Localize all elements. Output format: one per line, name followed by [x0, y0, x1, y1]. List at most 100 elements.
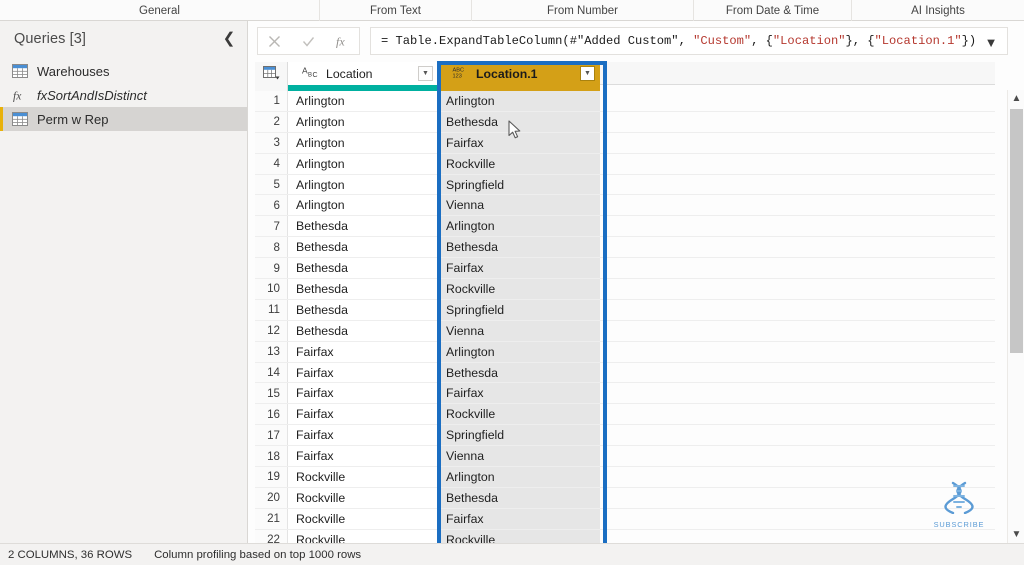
table-cell-location-1[interactable]: Rockville	[438, 404, 600, 425]
vertical-scrollbar[interactable]: ▲ ▼	[1007, 90, 1024, 543]
chevron-down-icon[interactable]: ▼	[1008, 526, 1024, 543]
table-cell-location-1[interactable]: Springfield	[438, 299, 600, 320]
row-number: 7	[255, 216, 288, 237]
table-row[interactable]: 17 Fairfax Springfield	[255, 425, 995, 447]
table-cell-location-1[interactable]: Bethesda	[438, 362, 600, 383]
status-row-count: 2 COLUMNS, 36 ROWS	[8, 548, 133, 561]
table-cell-location[interactable]: Bethesda	[288, 237, 438, 258]
table-cell-location-1[interactable]: Vienna	[438, 446, 600, 467]
table-row[interactable]: 1 Arlington Arlington	[255, 91, 995, 112]
row-number: 20	[255, 487, 288, 508]
table-row[interactable]: 16 Fairfax Rockville	[255, 404, 995, 426]
table-cell-location-1[interactable]: Vienna	[438, 320, 600, 341]
table-row[interactable]: 15 Fairfax Fairfax	[255, 383, 995, 405]
table-cell-location-1[interactable]: Arlington	[438, 467, 600, 487]
ribbon-group-general[interactable]: General	[0, 0, 320, 21]
svg-text:B: B	[308, 73, 312, 79]
chevron-down-icon[interactable]: ▼	[580, 66, 595, 81]
ribbon-group-label: From Date & Time	[725, 4, 820, 17]
column-header-location-1[interactable]: ABC 123 Location.1 ▼	[438, 62, 600, 85]
table-cell-location[interactable]: Rockville	[288, 529, 438, 543]
table-cell-location[interactable]: Arlington	[288, 132, 438, 153]
table-cell-location-1[interactable]: Arlington	[438, 341, 600, 362]
table-cell-location[interactable]: Bethesda	[288, 279, 438, 299]
table-cell-location-1[interactable]: Bethesda	[438, 237, 600, 258]
table-cell-location[interactable]: Fairfax	[288, 404, 438, 425]
sidebar-item-label: Warehouses	[37, 63, 110, 79]
table-row[interactable]: 20 Rockville Bethesda	[255, 487, 995, 509]
table-row[interactable]: 13 Fairfax Arlington	[255, 341, 995, 363]
table-row[interactable]: 11 Bethesda Springfield	[255, 299, 995, 321]
table-cell-location-1[interactable]: Rockville	[438, 279, 600, 299]
table-cell-location-1[interactable]: Springfield	[438, 425, 600, 446]
table-cell-location-1[interactable]: Arlington	[438, 91, 600, 111]
table-row[interactable]: 22 Rockville Rockville	[255, 529, 995, 543]
table-row[interactable]: 2 Arlington Bethesda	[255, 111, 995, 133]
table-cell-location[interactable]: Rockville	[288, 467, 438, 487]
table-row[interactable]: 9 Bethesda Fairfax	[255, 258, 995, 280]
row-number: 1	[255, 91, 288, 111]
table-row[interactable]: 4 Arlington Rockville	[255, 153, 995, 175]
table-row[interactable]: 19 Rockville Arlington	[255, 467, 995, 488]
table-cell-location-1[interactable]: Fairfax	[438, 383, 600, 404]
chevron-down-icon[interactable]: ▼	[983, 34, 999, 50]
table-cell-location[interactable]: Arlington	[288, 195, 438, 216]
table-cell-location-1[interactable]: Springfield	[438, 174, 600, 195]
sidebar-item-fxsortandisdistinct[interactable]: fx fxSortAndIsDistinct	[0, 83, 247, 107]
ribbon-group-from-text[interactable]: From Text	[320, 0, 472, 21]
sidebar-item-warehouses[interactable]: Warehouses	[0, 59, 247, 83]
chevron-left-icon[interactable]: ❮	[220, 29, 238, 47]
table-cell-location[interactable]: Fairfax	[288, 341, 438, 362]
table-row[interactable]: 7 Bethesda Arlington	[255, 216, 995, 238]
ribbon-groups-strip: General From Text From Number From Date …	[0, 0, 1024, 21]
table-cell-location-1[interactable]: Arlington	[438, 216, 600, 237]
table-cell-location[interactable]: Bethesda	[288, 216, 438, 237]
chevron-up-icon[interactable]: ▲	[1008, 90, 1024, 107]
table-cell-location-1[interactable]: Rockville	[438, 529, 600, 543]
table-cell-location-1[interactable]: Fairfax	[438, 508, 600, 529]
ribbon-group-ai-insights[interactable]: AI Insights	[852, 0, 1024, 21]
table-row[interactable]: 8 Bethesda Bethesda	[255, 237, 995, 259]
table-row[interactable]: 3 Arlington Fairfax	[255, 132, 995, 154]
table-cell-location[interactable]: Bethesda	[288, 258, 438, 279]
sidebar-item-perm-w-rep[interactable]: Perm w Rep	[0, 107, 247, 131]
table-row[interactable]: 21 Rockville Fairfax	[255, 508, 995, 530]
subscribe-watermark: SUBSCRIBE	[928, 480, 990, 529]
table-cell-location[interactable]: Fairfax	[288, 446, 438, 467]
chevron-down-icon[interactable]: ▼	[418, 66, 433, 81]
row-number: 6	[255, 195, 288, 216]
table-cell-location[interactable]: Fairfax	[288, 383, 438, 404]
table-cell-location[interactable]: Arlington	[288, 153, 438, 174]
table-row[interactable]: 6 Arlington Vienna	[255, 195, 995, 217]
subscribe-label: SUBSCRIBE	[933, 520, 985, 529]
scrollbar-thumb[interactable]	[1010, 109, 1023, 353]
table-cell-location[interactable]: Fairfax	[288, 362, 438, 383]
table-cell-location[interactable]: Rockville	[288, 487, 438, 508]
table-row[interactable]: 10 Bethesda Rockville	[255, 279, 995, 300]
formula-input[interactable]: = Table.ExpandTableColumn(#"Added Custom…	[370, 27, 1008, 55]
ribbon-group-from-number[interactable]: From Number	[472, 0, 694, 21]
table-row[interactable]: 18 Fairfax Vienna	[255, 446, 995, 468]
table-cell-location[interactable]: Fairfax	[288, 425, 438, 446]
table-cell-location-1[interactable]: Bethesda	[438, 487, 600, 508]
table-row[interactable]: 12 Bethesda Vienna	[255, 320, 995, 342]
table-select-icon[interactable]	[255, 62, 288, 85]
ribbon-group-from-date-time[interactable]: From Date & Time	[694, 0, 852, 21]
table-cell-location-1[interactable]: Fairfax	[438, 258, 600, 279]
table-cell-location[interactable]: Bethesda	[288, 320, 438, 341]
table-cell-location-1[interactable]: Vienna	[438, 195, 600, 216]
table-cell-location[interactable]: Arlington	[288, 174, 438, 195]
fx-icon: fx	[12, 88, 28, 103]
close-icon[interactable]	[258, 28, 292, 54]
table-cell-location[interactable]: Arlington	[288, 91, 438, 111]
table-cell-location-1[interactable]: Rockville	[438, 153, 600, 174]
check-icon[interactable]	[292, 28, 326, 54]
table-cell-location[interactable]: Arlington	[288, 111, 438, 132]
table-cell-location[interactable]: Bethesda	[288, 299, 438, 320]
fx-icon[interactable]: fx	[325, 28, 359, 54]
svg-text:C: C	[313, 72, 318, 79]
table-cell-location[interactable]: Rockville	[288, 508, 438, 529]
table-row[interactable]: 14 Fairfax Bethesda	[255, 362, 995, 384]
column-header-location[interactable]: A B C Location ▼	[288, 62, 438, 85]
table-row[interactable]: 5 Arlington Springfield	[255, 174, 995, 196]
